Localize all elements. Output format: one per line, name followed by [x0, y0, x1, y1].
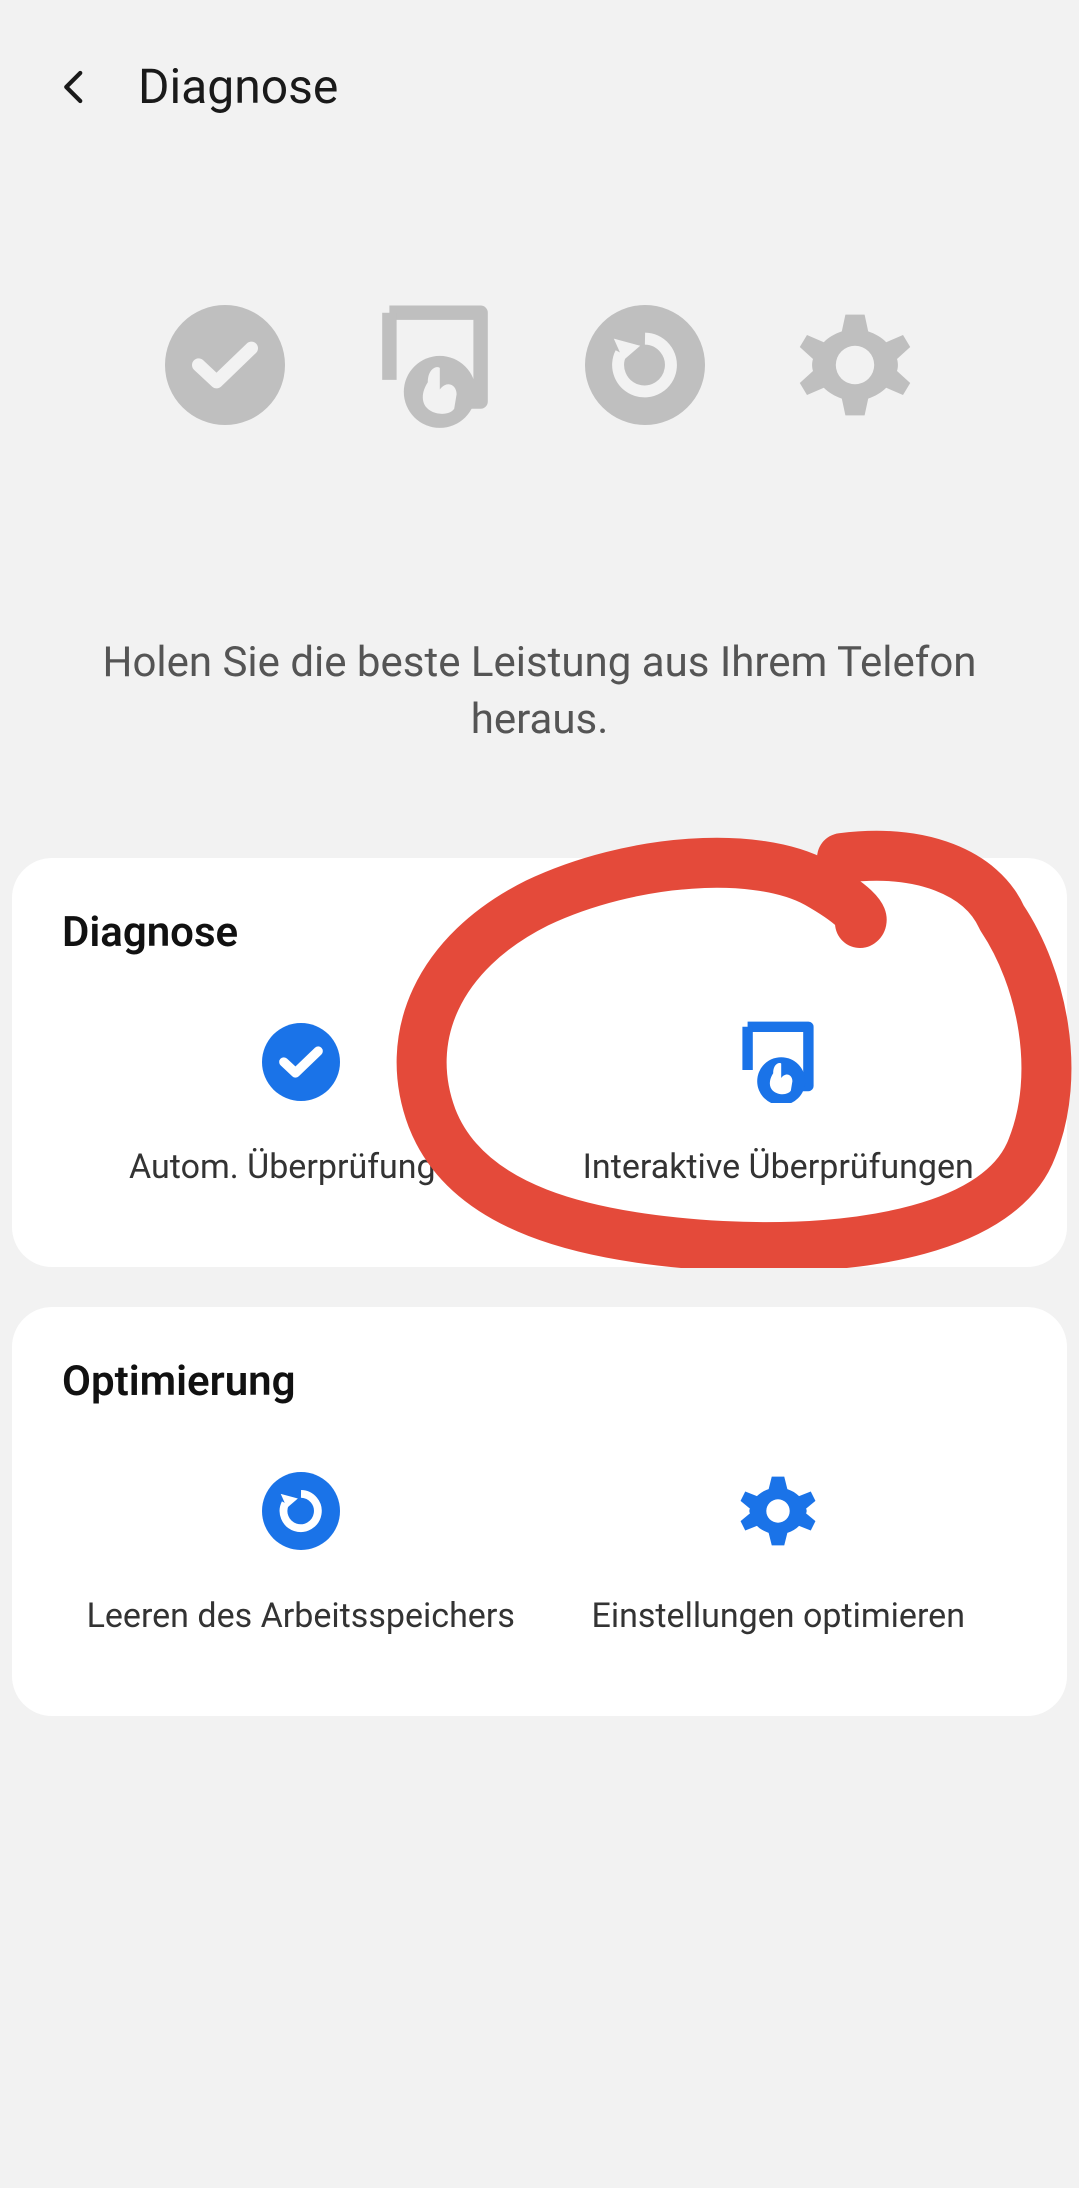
- chevron-left-icon: [54, 66, 96, 108]
- diagnose-card: Diagnose Autom. Überprüfungen Interaktiv: [12, 858, 1067, 1267]
- hero-section: Holen Sie die beste Leistung aus Ihrem T…: [0, 115, 1079, 748]
- touch-screen-icon: [375, 305, 495, 425]
- back-button[interactable]: [50, 62, 100, 112]
- tile-label: Interaktive Überprüfungen: [583, 1147, 974, 1187]
- section-title-optimize: Optimierung: [62, 1357, 1017, 1406]
- auto-checks-tile[interactable]: Autom. Überprüfungen: [62, 1022, 540, 1187]
- tile-label: Einstellungen optimieren: [592, 1596, 965, 1636]
- tile-label: Autom. Überprüfungen: [129, 1147, 472, 1187]
- hero-subtitle: Holen Sie die beste Leistung aus Ihrem T…: [0, 635, 1079, 748]
- page-title: Diagnose: [138, 58, 338, 115]
- refresh-circle-icon: [585, 305, 705, 425]
- tile-label: Leeren des Arbeitsspeichers: [87, 1596, 515, 1636]
- optimize-card: Optimierung Leeren des Arbeitsspeichers …: [12, 1307, 1067, 1716]
- interactive-checks-tile[interactable]: Interaktive Überprüfungen: [540, 1022, 1018, 1187]
- touch-screen-icon: [738, 1022, 818, 1102]
- refresh-circle-icon: [261, 1471, 341, 1551]
- optimize-settings-tile[interactable]: Einstellungen optimieren: [540, 1471, 1018, 1636]
- gear-icon: [795, 305, 915, 425]
- check-circle-icon: [261, 1022, 341, 1102]
- section-title-diagnose: Diagnose: [62, 908, 1017, 957]
- gear-icon: [738, 1471, 818, 1551]
- clear-memory-tile[interactable]: Leeren des Arbeitsspeichers: [62, 1471, 540, 1636]
- check-circle-icon: [165, 305, 285, 425]
- header: Diagnose: [0, 0, 1079, 115]
- hero-icon-row: [0, 305, 1079, 425]
